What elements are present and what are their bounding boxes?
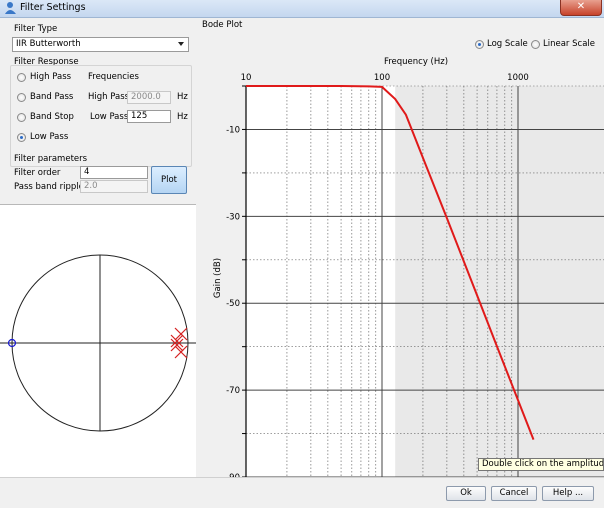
- x-tick-label: 10: [241, 73, 252, 83]
- ok-button[interactable]: Ok: [446, 486, 486, 501]
- pole-marker: [174, 327, 188, 341]
- app-icon: [4, 1, 18, 15]
- plot-button[interactable]: Plot: [151, 166, 187, 194]
- filter-type-select[interactable]: IIR Butterworth: [12, 37, 189, 52]
- pole-marker: [174, 345, 188, 359]
- radio-band-pass-label: Band Pass: [30, 92, 74, 102]
- radio-low-pass[interactable]: [17, 133, 26, 142]
- settings-panel: Filter Type IIR Butterworth Filter Respo…: [0, 18, 196, 204]
- radio-band-stop[interactable]: [17, 113, 26, 122]
- y-tick-label: -10: [226, 125, 240, 135]
- y-tick-label: -70: [226, 386, 240, 396]
- cancel-button[interactable]: Cancel: [491, 486, 537, 501]
- filter-order-input[interactable]: 4: [80, 166, 148, 179]
- high-pass-unit: Hz: [177, 92, 188, 102]
- window-title: Filter Settings: [20, 2, 86, 13]
- close-button[interactable]: ✕: [560, 0, 602, 16]
- title-bar[interactable]: Filter Settings ✕: [0, 0, 604, 18]
- x-tick-label: 100: [374, 73, 390, 83]
- frequencies-label: Frequencies: [88, 72, 139, 82]
- bode-chart[interactable]: 101001000-10-30-50-70-90 Frequency (Hz) …: [196, 48, 604, 477]
- y-tick-label: -30: [226, 212, 240, 222]
- high-pass-input[interactable]: 2000.0: [127, 91, 171, 104]
- high-pass-label: High Pass: [88, 92, 130, 102]
- stopband-shading: [395, 86, 604, 477]
- bode-panel: Bode Plot Log Scale Linear Scale 10 100 10…: [196, 18, 604, 477]
- pole-zero-plot[interactable]: [0, 205, 196, 478]
- low-pass-unit: Hz: [177, 112, 188, 122]
- filter-parameters-label: Filter parameters: [14, 154, 88, 164]
- radio-band-pass[interactable]: [17, 93, 26, 102]
- radio-low-pass-label: Low Pass: [30, 132, 69, 142]
- low-pass-input[interactable]: 125: [127, 110, 171, 123]
- x-axis-label: Frequency (Hz): [384, 57, 448, 67]
- amplitude-tooltip: Double click on the amplitude scale: [478, 458, 604, 471]
- chevron-down-icon: [178, 42, 184, 46]
- radio-high-pass-label: High Pass: [30, 72, 72, 82]
- filter-type-value: IIR Butterworth: [16, 39, 81, 49]
- low-pass-label: Low Pass: [90, 112, 129, 122]
- filter-type-label: Filter Type: [14, 24, 58, 34]
- bode-plot-label: Bode Plot: [202, 20, 243, 30]
- pole-zero-panel: [0, 204, 197, 478]
- button-bar: Ok Cancel Help ...: [0, 477, 604, 508]
- radio-high-pass[interactable]: [17, 73, 26, 82]
- help-button[interactable]: Help ...: [542, 486, 594, 501]
- filter-order-label: Filter order: [14, 168, 61, 178]
- y-axis-label: Gain (dB): [213, 258, 223, 298]
- y-tick-label: -50: [226, 299, 240, 309]
- x-tick-label: 1000: [507, 73, 529, 83]
- ripple-input[interactable]: 2.0: [80, 180, 148, 193]
- ripple-label: Pass band ripple: [14, 182, 84, 192]
- radio-band-stop-label: Band Stop: [30, 112, 74, 122]
